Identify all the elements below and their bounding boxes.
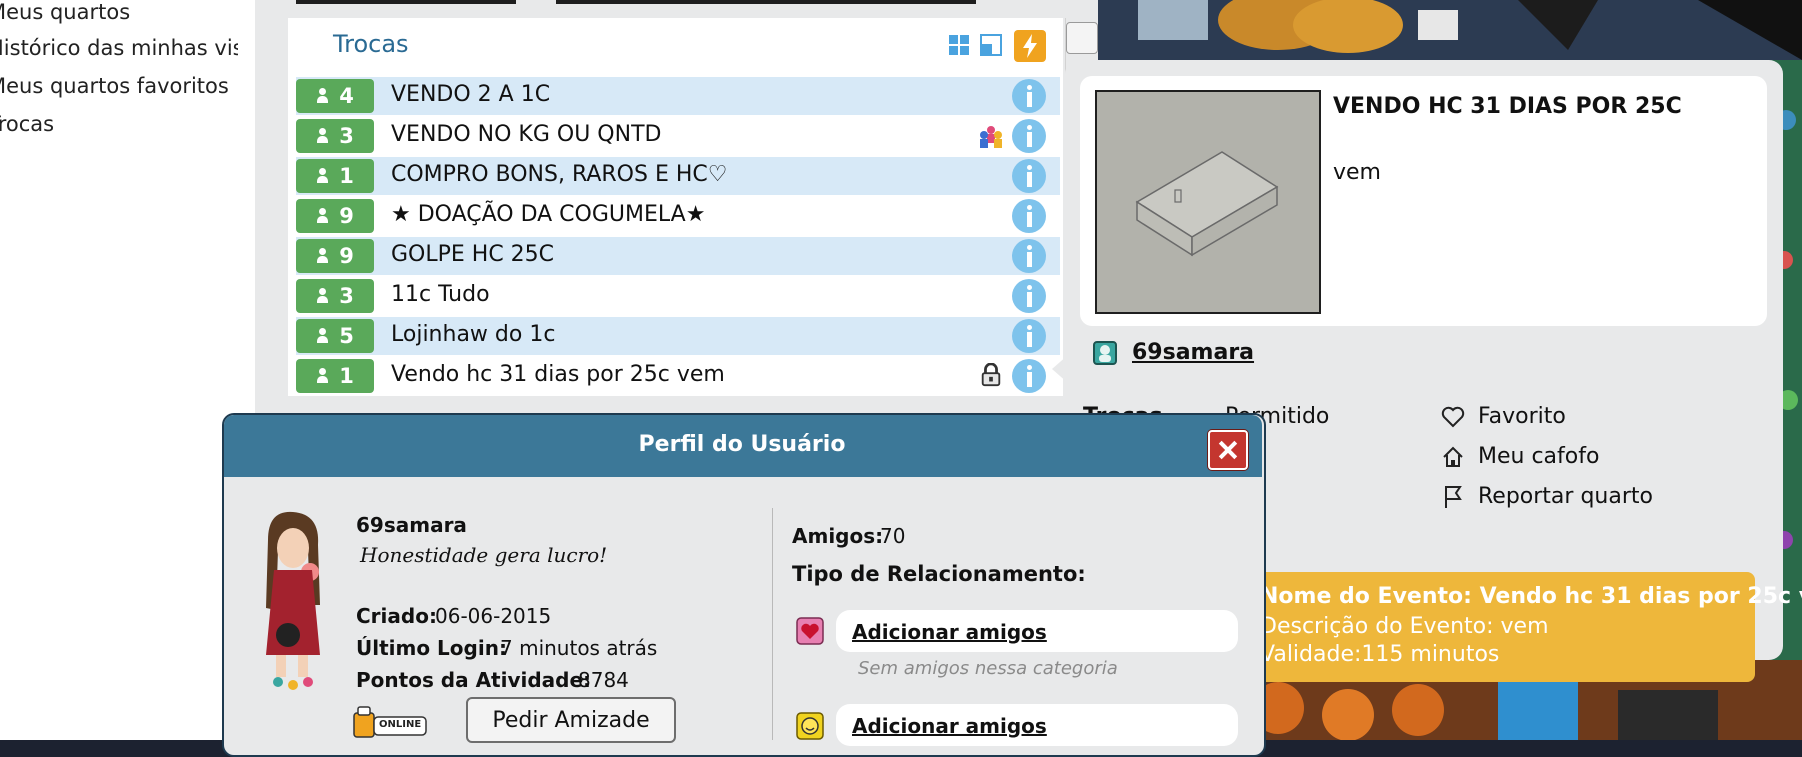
- person-icon: [316, 128, 329, 144]
- profile-username: 69samara: [356, 513, 467, 537]
- info-icon[interactable]: [1012, 239, 1046, 273]
- heart-icon[interactable]: [1440, 404, 1466, 430]
- room-name[interactable]: GOLPE HC 25C: [391, 242, 554, 267]
- room-name[interactable]: ★ DOAÇÃO DA COGUMELA★: [391, 202, 705, 227]
- room-name[interactable]: Vendo hc 31 dias por 25c vem: [391, 362, 725, 387]
- user-count-badge: 4: [296, 79, 374, 113]
- info-icon[interactable]: [1012, 359, 1046, 393]
- info-icon[interactable]: [1012, 279, 1046, 313]
- grid-view-icon[interactable]: [948, 34, 970, 56]
- event-duration: Validade:115 minutos: [1260, 642, 1500, 667]
- room-row[interactable]: 5 Lojinhaw do 1c: [296, 317, 1060, 355]
- created-value: 06-06-2015: [435, 604, 552, 628]
- avatar: [266, 511, 320, 690]
- room-name[interactable]: COMPRO BONS, RAROS E HC♡: [391, 162, 727, 187]
- section-title: Trocas: [333, 30, 409, 58]
- friends-label: Amigos:: [792, 524, 884, 548]
- home-icon[interactable]: [1440, 444, 1466, 470]
- sidebar-item-history[interactable]: Histórico das minhas visitas: [0, 36, 238, 60]
- sidebar-item-my-rooms[interactable]: Meus quartos: [0, 0, 238, 24]
- room-row[interactable]: 4 VENDO 2 A 1C: [296, 77, 1060, 115]
- user-count-badge: 9: [296, 239, 374, 273]
- user-count-badge: 5: [296, 319, 374, 353]
- friends-value: 70: [880, 524, 906, 548]
- report-room-action[interactable]: Reportar quarto: [1478, 484, 1653, 509]
- info-icon[interactable]: [1012, 79, 1046, 113]
- user-count-badge: 1: [296, 159, 374, 193]
- add-friends-link[interactable]: Adicionar amigos: [852, 620, 1047, 644]
- activity-value: 8784: [578, 668, 629, 692]
- home-room-action[interactable]: Meu cafofo: [1478, 444, 1599, 469]
- person-icon: [316, 328, 329, 344]
- navigator-sidebar: Meus quartos Histórico das minhas visita…: [0, 0, 255, 740]
- profile-window-title: Perfil do Usuário: [638, 432, 846, 457]
- room-name[interactable]: Lojinhaw do 1c: [391, 322, 555, 347]
- online-text: ONLINE: [379, 719, 422, 730]
- user-count-badge: 9: [296, 199, 374, 233]
- add-friends-link[interactable]: Adicionar amigos: [852, 714, 1047, 738]
- room-row[interactable]: 9 GOLPE HC 25C: [296, 237, 1060, 275]
- room-title: VENDO HC 31 DIAS POR 25C: [1333, 94, 1682, 119]
- room-name[interactable]: VENDO 2 A 1C: [391, 82, 550, 107]
- flag-icon[interactable]: [1440, 484, 1466, 510]
- room-row[interactable]: 3 VENDO NO KG OU QNTD: [296, 117, 1060, 155]
- favorite-action[interactable]: Favorito: [1478, 404, 1566, 429]
- info-icon[interactable]: [1012, 199, 1046, 233]
- last-login-value: 7 minutos atrás: [500, 636, 658, 660]
- room-row[interactable]: 1 Vendo hc 31 dias por 25c vem: [296, 357, 1060, 395]
- relationship-title: Tipo de Relacionamento:: [792, 562, 1086, 586]
- owner-icon: [1093, 341, 1117, 365]
- scroll-handle[interactable]: [1066, 22, 1098, 54]
- relationship-empty-text: Sem amigos nessa categoria: [858, 658, 1118, 679]
- person-icon: [316, 248, 329, 264]
- smile-relationship-icon: [796, 712, 824, 740]
- lightning-icon[interactable]: [1014, 30, 1046, 62]
- room-description: vem: [1333, 160, 1381, 185]
- info-icon[interactable]: [1012, 119, 1046, 153]
- add-friend-button[interactable]: Pedir Amizade: [466, 697, 676, 743]
- room-thumbnail: [1095, 90, 1321, 314]
- room-row[interactable]: 9 ★ DOAÇÃO DA COGUMELA★: [296, 197, 1060, 235]
- event-description: Descrição do Evento: vem: [1260, 614, 1549, 639]
- sidebar-item-trades[interactable]: Trocas: [0, 112, 238, 136]
- activity-label: Pontos da Atividade:: [356, 668, 592, 692]
- person-icon: [316, 208, 329, 224]
- close-button[interactable]: [1208, 430, 1248, 470]
- search-field-edge: [556, 0, 976, 4]
- last-login-label: Último Login:: [356, 636, 507, 660]
- person-icon: [316, 168, 329, 184]
- list-view-icon[interactable]: [980, 34, 1002, 56]
- room-name[interactable]: VENDO NO KG OU QNTD: [391, 122, 661, 147]
- person-icon: [316, 368, 329, 384]
- profile-divider: [772, 508, 773, 740]
- profile-motto: Honestidade gera lucro!: [360, 543, 608, 567]
- room-row[interactable]: 3 11c Tudo: [296, 277, 1060, 315]
- sidebar-item-favorites[interactable]: Meus quartos favoritos: [0, 74, 238, 98]
- user-count-badge: 3: [296, 119, 374, 153]
- created-label: Criado:: [356, 604, 437, 628]
- group-icon: [980, 126, 1002, 148]
- person-icon: [316, 88, 329, 104]
- person-icon: [316, 288, 329, 304]
- user-count-badge: 3: [296, 279, 374, 313]
- room-name[interactable]: 11c Tudo: [391, 282, 490, 307]
- room-row[interactable]: 1 COMPRO BONS, RAROS E HC♡: [296, 157, 1060, 195]
- event-name: Nome do Evento: Vendo hc 31 dias por 25c…: [1260, 584, 1802, 609]
- popup-pointer: [1052, 355, 1068, 383]
- user-count-badge: 1: [296, 359, 374, 393]
- online-status-badge: ONLINE: [352, 705, 428, 739]
- info-icon[interactable]: [1012, 319, 1046, 353]
- room-owner-link[interactable]: 69samara: [1132, 340, 1254, 365]
- lock-icon: [981, 363, 1001, 387]
- info-icon[interactable]: [1012, 159, 1046, 193]
- top-tab-edge: [296, 0, 516, 4]
- heart-relationship-icon: [796, 617, 824, 645]
